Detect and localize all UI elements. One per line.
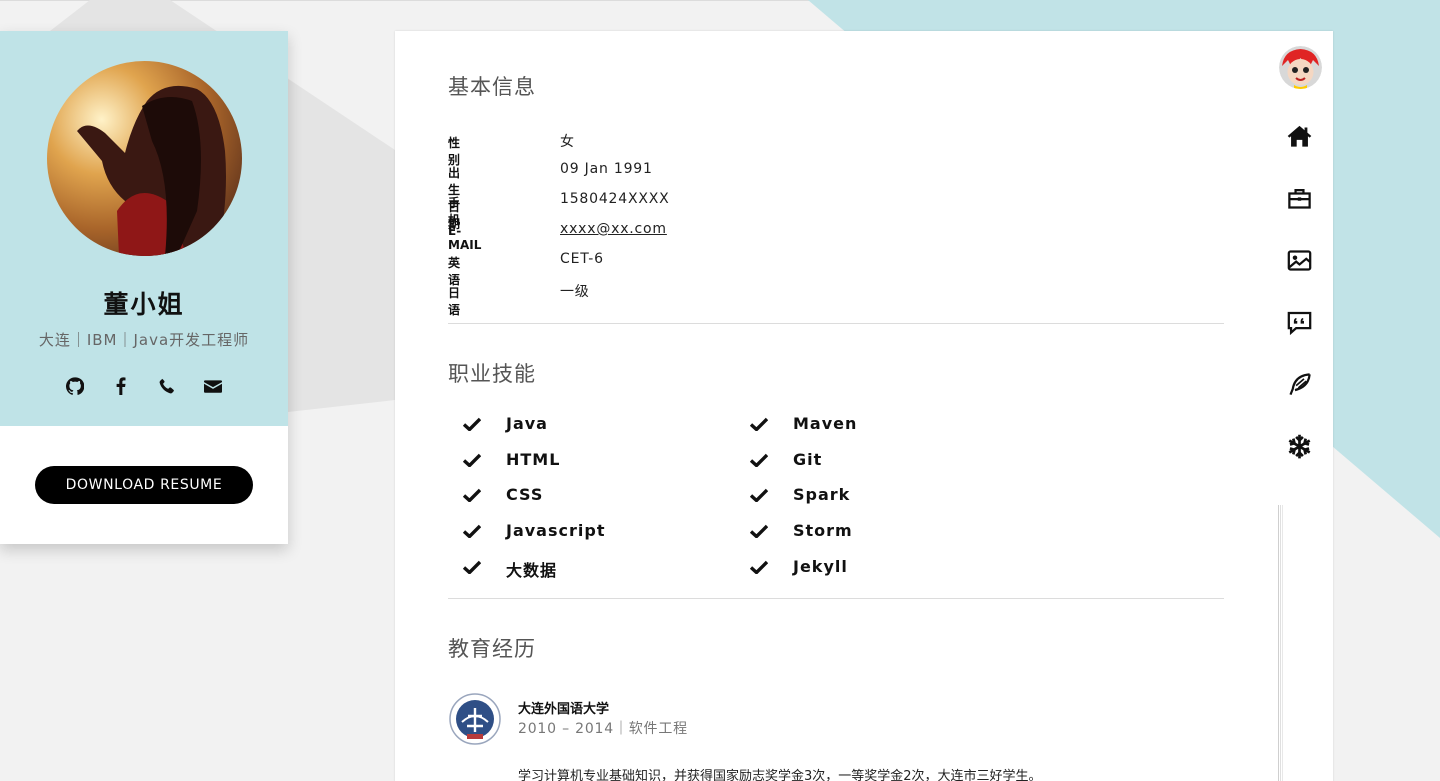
check-icon <box>463 453 481 467</box>
briefcase-icon <box>1287 188 1311 209</box>
nav-home[interactable] <box>1284 121 1314 151</box>
section-title-basic: 基本信息 <box>448 75 536 99</box>
check-icon <box>750 524 768 538</box>
skill-label: Git <box>793 450 823 469</box>
education-meta: 2010 – 2014｜软件工程 <box>518 721 688 737</box>
info-key: 英语 <box>448 256 461 287</box>
avatar <box>47 61 242 256</box>
section-title-skills: 职业技能 <box>448 362 536 386</box>
side-nav <box>1277 31 1333 501</box>
profile-card: 董小姐 大连｜IBM｜Java开发工程师 DOWNLOAD RESUME <box>0 31 288 544</box>
home-icon <box>1287 125 1311 147</box>
skill-label: Java <box>506 414 548 433</box>
paper-edge <box>1278 505 1279 781</box>
paper-edge <box>1282 505 1283 781</box>
skill-label: Storm <box>793 521 853 540</box>
skill-item: 大数据 <box>463 556 556 580</box>
phone-icon[interactable] <box>157 376 177 396</box>
download-resume-button[interactable]: DOWNLOAD RESUME <box>35 466 253 504</box>
skill-item: CSS <box>463 484 542 506</box>
contact-links <box>0 376 288 396</box>
nav-misc[interactable] <box>1284 431 1314 461</box>
github-icon[interactable] <box>65 376 85 396</box>
check-icon <box>750 488 768 502</box>
check-icon <box>463 417 481 431</box>
check-icon <box>463 524 481 538</box>
school-name: 大连外国语大学 <box>518 702 610 717</box>
nav-work[interactable] <box>1284 183 1314 213</box>
check-icon <box>750 417 768 431</box>
university-logo <box>449 693 501 745</box>
info-value: 女 <box>560 134 575 150</box>
facebook-icon[interactable] <box>111 376 131 396</box>
skill-item: Git <box>750 449 821 471</box>
skill-item: Spark <box>750 484 849 506</box>
info-value: 09 Jan 1991 <box>560 161 653 177</box>
skill-item: Javascript <box>463 520 604 542</box>
skill-label: 大数据 <box>506 561 558 580</box>
check-icon <box>463 560 481 574</box>
envelope-icon[interactable] <box>203 376 223 396</box>
avatar-photo <box>47 61 242 256</box>
info-value: 一级 <box>560 284 590 300</box>
skill-item: Java <box>463 413 547 435</box>
skill-label: HTML <box>506 450 561 469</box>
skill-label: Javascript <box>506 521 606 540</box>
section-divider <box>448 323 1224 324</box>
skill-item: Storm <box>750 520 852 542</box>
skill-item: Jekyll <box>750 556 847 578</box>
nav-portfolio[interactable] <box>1284 245 1314 275</box>
snowflake-icon <box>1288 434 1310 458</box>
section-title-education: 教育经历 <box>448 637 536 661</box>
profile-name: 董小姐 <box>103 290 185 319</box>
image-icon <box>1287 249 1311 271</box>
resume-main-card: 基本信息 性别 女 出生日期 09 Jan 1991 手机 1580424XXX… <box>395 31 1333 781</box>
skill-item: HTML <box>463 449 559 471</box>
nav-blog[interactable] <box>1284 369 1314 399</box>
nav-quotes[interactable] <box>1284 307 1314 337</box>
education-description: 学习计算机专业基础知识，并获得国家励志奖学金3次，一等奖学金2次，大连市三好学生… <box>518 769 1042 781</box>
info-key: E-MAIL <box>448 224 482 252</box>
email-link[interactable]: xxxx@xx.com <box>560 221 667 237</box>
check-icon <box>463 488 481 502</box>
check-icon <box>750 453 768 467</box>
quote-icon <box>1287 311 1311 335</box>
skill-label: Jekyll <box>793 557 848 576</box>
skill-item: Maven <box>750 413 856 435</box>
skill-label: Maven <box>793 414 858 433</box>
info-value: 1580424XXXX <box>560 191 670 207</box>
info-key: 性别 <box>448 136 461 167</box>
profile-header: 董小姐 大连｜IBM｜Java开发工程师 <box>0 31 288 426</box>
profile-subtitle: 大连｜IBM｜Java开发工程师 <box>38 331 250 349</box>
nav-avatar[interactable] <box>1279 46 1322 89</box>
skill-label: Spark <box>793 485 851 504</box>
info-key: 手机 <box>448 196 461 227</box>
info-key: 日语 <box>448 286 461 317</box>
paper-edge <box>1280 505 1281 781</box>
info-value: CET-6 <box>560 251 604 267</box>
check-icon <box>750 560 768 574</box>
section-divider <box>448 598 1224 599</box>
feather-icon <box>1288 372 1311 395</box>
skill-label: CSS <box>506 485 544 504</box>
